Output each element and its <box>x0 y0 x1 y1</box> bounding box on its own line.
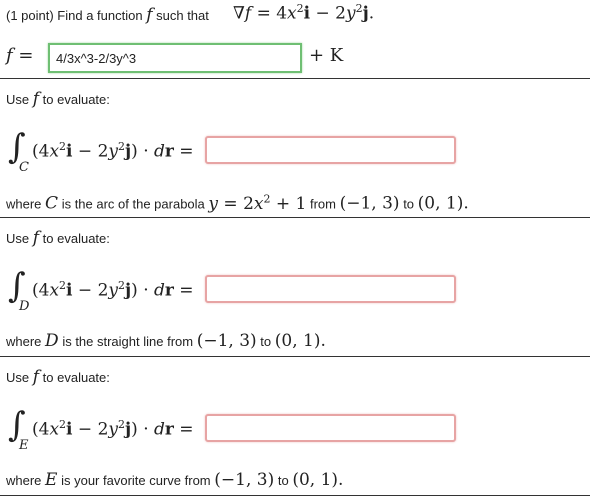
problem-page: (1 point) Find a function f such that ∇f… <box>0 0 596 501</box>
integrand-c: (4x2i − 2y2j) · dr = <box>32 140 194 162</box>
integral-sign-d: ∫ <box>8 266 26 306</box>
divider <box>0 356 590 357</box>
integrand-d: (4x2i − 2y2j) · dr = <box>32 279 194 301</box>
points-text: (1 point) Find a function <box>6 8 143 23</box>
use-f-instruction-c: Use f to evaluate: <box>6 89 110 109</box>
gradient-equation: ∇f = 4x2i − 2y2j. <box>233 2 375 24</box>
plus-k-label: + K <box>309 45 344 66</box>
integral-subscript-e: E <box>19 438 29 453</box>
integral-subscript-c: C <box>19 160 29 175</box>
use-f-instruction-e: Use f to evaluate: <box>6 367 110 387</box>
divider <box>0 78 590 79</box>
problem-statement: (1 point) Find a function f such that <box>6 5 209 25</box>
curve-c-description: where C is the arc of the parabola y = 2… <box>6 192 469 214</box>
such-that-text: such that <box>156 8 209 23</box>
integral-c-input[interactable] <box>205 136 456 164</box>
integrand-e: (4x2i − 2y2j) · dr = <box>32 418 194 440</box>
integral-sign-e: ∫ <box>8 405 26 445</box>
potential-function-input[interactable] <box>48 43 302 73</box>
integral-sign-c: ∫ <box>8 127 26 167</box>
integral-d-input[interactable] <box>205 275 456 303</box>
f-equals-label: f = <box>6 45 34 66</box>
integral-e-input[interactable] <box>205 414 456 442</box>
f-symbol: f <box>146 5 153 25</box>
parabola-equation: y = 2x2 + 1 <box>208 192 307 214</box>
curve-e-description: where E is your favorite curve from (−1,… <box>6 470 344 490</box>
curve-d-description: where D is the straight line from (−1, 3… <box>6 331 326 351</box>
use-f-instruction-d: Use f to evaluate: <box>6 228 110 248</box>
divider <box>0 217 590 218</box>
divider <box>0 495 590 496</box>
integral-subscript-d: D <box>19 299 30 314</box>
